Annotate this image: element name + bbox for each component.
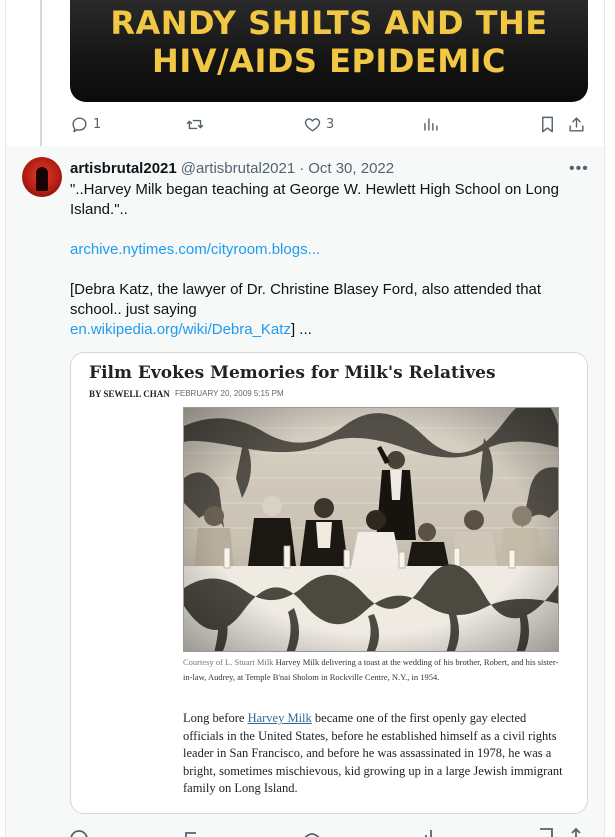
like-icon [303, 115, 322, 134]
views-icon [421, 115, 440, 134]
header-separator: · [299, 159, 305, 177]
article-byline: BY SEWELL CHAN [89, 389, 170, 399]
retweet-icon [185, 115, 205, 134]
tweet-header: artisbrutal2021 @artisbrutal2021 · Oct 3… [70, 158, 394, 178]
share-icon [567, 115, 586, 134]
like-count: 3 [326, 117, 335, 132]
share-icon [571, 827, 581, 837]
tweet-text-line2: Island.".. [70, 201, 128, 218]
display-name[interactable]: artisbrutal2021 [70, 160, 177, 177]
wedding-photo-drawing [184, 408, 558, 651]
tweet-text-line5: en.wikipedia.org/wiki/Debra_Katz] ... [70, 320, 312, 340]
tweet-date[interactable]: Oct 30, 2022 [308, 160, 394, 177]
tweet-text-tail: ] ... [290, 321, 312, 338]
partial-action-icons [70, 827, 581, 837]
article-body: Long before Harvey Milk became one of th… [183, 710, 565, 798]
tweet-media-card[interactable]: Film Evokes Memories for Milk's Relative… [70, 352, 588, 814]
reply-count: 1 [93, 117, 102, 132]
photo-credit: Courtesy of L. Stuart Milk [183, 657, 274, 667]
retweet-icon [185, 832, 201, 837]
prev-tweet-actions: 1 3 [70, 115, 590, 137]
prev-tweet-media[interactable]: RANDY SHILTS AND THE HIV/AIDS EPIDEMIC [70, 0, 588, 102]
tweet-text-line4: school.. just saying [70, 301, 197, 318]
avatar-figure [36, 167, 48, 191]
article-headline: Film Evokes Memories for Milk's Relative… [89, 363, 496, 383]
article-photo [183, 407, 559, 652]
views-icon [425, 830, 432, 837]
share-button[interactable] [567, 115, 586, 134]
timeline-border-right [604, 0, 605, 837]
bookmark-icon [540, 828, 553, 837]
banner-title-line1: RANDY SHILTS AND THE [110, 4, 548, 42]
tweet-actions-partial [70, 826, 590, 837]
bookmark-button[interactable] [538, 115, 557, 134]
bookmark-icon [538, 115, 557, 134]
banner-title-line2: HIV/AIDS EPIDEMIC [152, 42, 506, 80]
article-dateline: FEBRUARY 20, 2009 5:15 PM [175, 389, 284, 398]
avatar[interactable] [22, 157, 62, 197]
photo-caption: Courtesy of L. Stuart Milk Harvey Milk d… [183, 655, 559, 684]
reply-button[interactable]: 1 [70, 115, 101, 134]
article-link-harvey-milk[interactable]: Harvey Milk [248, 711, 312, 725]
retweet-button[interactable] [185, 115, 209, 134]
reply-icon [70, 830, 88, 837]
thread-connector [40, 0, 42, 146]
article-body-prefix: Long before [183, 711, 248, 725]
tweet-link-wikipedia[interactable]: en.wikipedia.org/wiki/Debra_Katz [70, 321, 291, 338]
like-button[interactable]: 3 [303, 115, 334, 134]
timeline: RANDY SHILTS AND THE HIV/AIDS EPIDEMIC 1… [0, 0, 615, 837]
tweet-link-nytimes[interactable]: archive.nytimes.com/cityroom.blogs... [70, 240, 320, 260]
user-handle[interactable]: @artisbrutal2021 [181, 160, 295, 177]
tweet-text-line1: "..Harvey Milk began teaching at George … [70, 181, 559, 198]
views-button[interactable] [421, 115, 444, 134]
reply-icon [70, 115, 89, 134]
tweet-text-line3: [Debra Katz, the lawyer of Dr. Christine… [70, 281, 542, 298]
more-icon[interactable]: ••• [569, 160, 589, 178]
